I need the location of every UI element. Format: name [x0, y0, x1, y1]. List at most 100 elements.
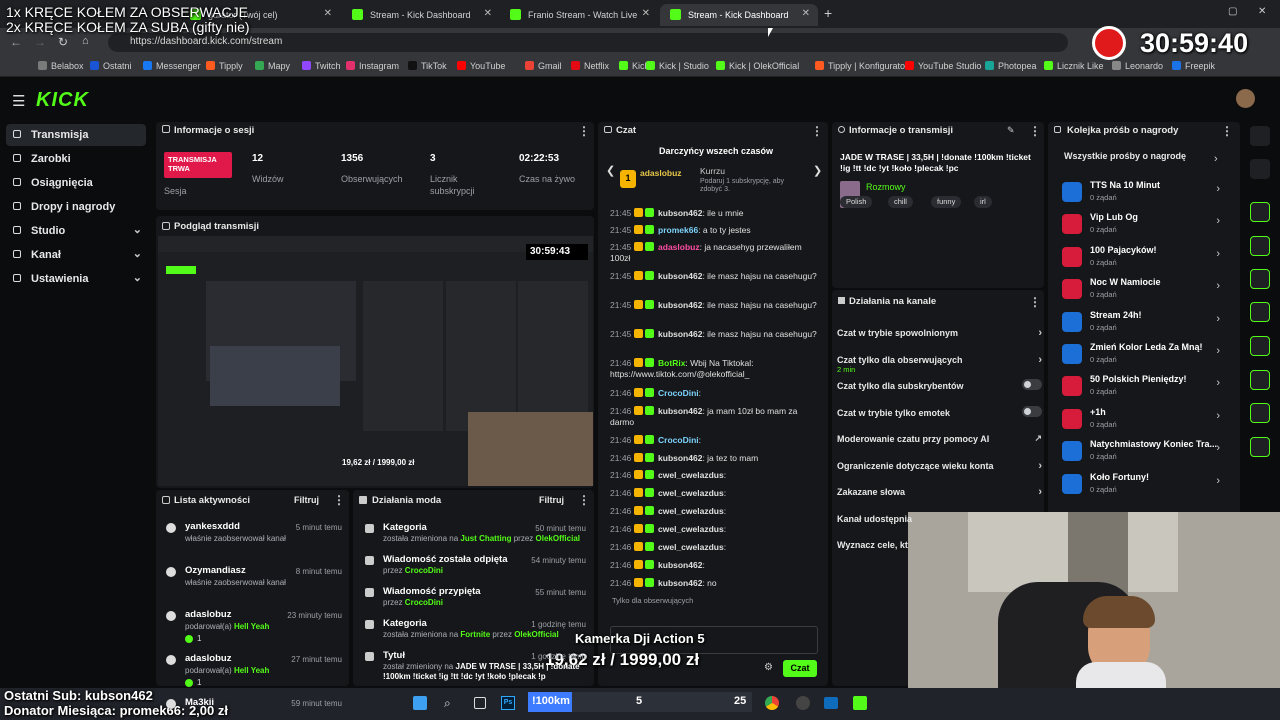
- chat-username[interactable]: cwel_cwelazdus: [658, 488, 724, 498]
- maximize-icon[interactable]: ▢: [1228, 6, 1237, 17]
- chevron-right-icon[interactable]: ›: [1216, 215, 1220, 227]
- external-link-icon[interactable]: ↗: [1034, 433, 1042, 444]
- chevron-right-icon[interactable]: ›: [1038, 486, 1042, 498]
- sidebar-item-4[interactable]: Studio ⌄: [6, 220, 146, 242]
- help-icon[interactable]: [1250, 126, 1270, 146]
- chat-username[interactable]: cwel_cwelazdus: [658, 470, 724, 480]
- reward-item[interactable]: Koło Fortuny! 0 żądań ›: [1062, 470, 1232, 500]
- tag-chip[interactable]: irl: [974, 196, 992, 208]
- chat-username[interactable]: kubson462: [658, 578, 702, 588]
- search-icon[interactable]: ⌕: [444, 696, 451, 711]
- chevron-right-icon[interactable]: ›: [1038, 354, 1042, 366]
- chevron-right-icon[interactable]: ›: [1216, 183, 1220, 195]
- channel-action-item[interactable]: Ograniczenie dotyczące wieku konta ›: [837, 460, 1042, 472]
- chevron-left-icon[interactable]: ❮: [606, 164, 615, 177]
- reward-item[interactable]: Stream 24h! 0 żądań ›: [1062, 308, 1232, 338]
- chevron-right-icon[interactable]: ›: [1038, 327, 1042, 339]
- photoshop-icon[interactable]: Ps: [501, 696, 515, 710]
- chat-username[interactable]: kubson462: [658, 271, 702, 281]
- chevron-right-icon[interactable]: ›: [1214, 153, 1218, 165]
- reload-icon[interactable]: ↻: [58, 35, 68, 49]
- chat-username[interactable]: kubson462: [658, 329, 702, 339]
- bookmark-item[interactable]: Instagram: [346, 61, 399, 71]
- chat-username[interactable]: CrocoDini: [658, 435, 699, 445]
- channel-action-item[interactable]: Czat w trybie tylko emotek: [837, 405, 1042, 418]
- wrench-icon[interactable]: [1250, 403, 1270, 423]
- chevron-right-icon[interactable]: ›: [1216, 475, 1220, 487]
- channel-action-item[interactable]: Zakazane słowa ›: [837, 486, 1042, 498]
- bookmark-item[interactable]: Kick | Studio: [646, 61, 709, 71]
- more-icon[interactable]: ⋮: [578, 493, 590, 507]
- bookmark-item[interactable]: YouTube Studio: [905, 61, 981, 71]
- forward-icon[interactable]: →: [34, 35, 46, 49]
- bookmark-item[interactable]: Tipply | Konfigurato...: [815, 61, 913, 71]
- obs-icon[interactable]: [796, 696, 810, 710]
- broadcast-icon[interactable]: [1250, 336, 1270, 356]
- close-window-icon[interactable]: ✕: [1258, 6, 1266, 17]
- pencil-icon[interactable]: [1250, 159, 1270, 179]
- bookmark-item[interactable]: Kick: [619, 61, 649, 71]
- sidebar-item-0[interactable]: Transmisja: [6, 124, 146, 146]
- chat-username[interactable]: kubson462: [658, 208, 702, 218]
- chat-bubble-icon[interactable]: [1250, 302, 1270, 322]
- toggle-switch[interactable]: [1022, 405, 1042, 417]
- windows-start-icon[interactable]: [413, 696, 427, 710]
- more-icon[interactable]: ⋮: [578, 124, 590, 138]
- bookmark-item[interactable]: Leonardo: [1112, 61, 1163, 71]
- menu-icon[interactable]: ☰: [12, 92, 25, 110]
- all-rewards-link[interactable]: Wszystkie prośby o nagrodę: [1064, 151, 1186, 161]
- bookmark-item[interactable]: Kick | OlekOfficial: [716, 61, 799, 71]
- chat-username[interactable]: cwel_cwelazdus: [658, 542, 724, 552]
- channel-action-item[interactable]: Wyznacz cele, kt: [837, 540, 1042, 550]
- channel-action-item[interactable]: Czat tylko dla subskrybentów: [837, 379, 1042, 391]
- bookmark-item[interactable]: Photopea: [985, 61, 1037, 71]
- more-icon[interactable]: ⋮: [811, 124, 823, 138]
- layout-icon[interactable]: [1250, 370, 1270, 390]
- channel-action-item[interactable]: Czat w trybie spowolnionym ›: [837, 327, 1042, 339]
- close-icon[interactable]: ✕: [324, 8, 332, 19]
- close-icon[interactable]: ✕: [484, 8, 492, 19]
- chat-username[interactable]: cwel_cwelazdus: [658, 524, 724, 534]
- chat-username[interactable]: BotRix: [658, 358, 685, 368]
- chevron-right-icon[interactable]: ›: [1216, 248, 1220, 260]
- toggle-switch[interactable]: [1022, 379, 1042, 390]
- channel-action-item[interactable]: Moderowanie czatu przy pomocy AI ↗: [837, 433, 1042, 444]
- note-icon[interactable]: [1250, 269, 1270, 289]
- sidebar-item-3[interactable]: Dropy i nagrody: [6, 196, 146, 218]
- chevron-down-icon[interactable]: ⌄: [133, 223, 142, 236]
- chat-username[interactable]: kubson462: [658, 560, 702, 570]
- bookmark-item[interactable]: Ostatni: [90, 61, 132, 71]
- users-icon[interactable]: [1250, 437, 1270, 457]
- avatar[interactable]: [1236, 89, 1255, 108]
- reward-item[interactable]: Noc W Namiocie 0 żądań ›: [1062, 275, 1232, 305]
- sidebar-item-6[interactable]: Ustawienia ⌄: [6, 268, 146, 290]
- kick-app-icon[interactable]: [853, 696, 867, 710]
- kick-logo[interactable]: KICK: [36, 89, 89, 112]
- reward-item[interactable]: Vip Lub Og 0 żądań ›: [1062, 210, 1232, 240]
- chevron-right-icon[interactable]: ›: [1216, 345, 1220, 357]
- chevron-right-icon[interactable]: ›: [1216, 377, 1220, 389]
- reward-item[interactable]: Natychmiastowy Koniec Tra... 0 żądań ›: [1062, 437, 1232, 467]
- sidebar-item-1[interactable]: Zarobki: [6, 148, 146, 170]
- more-icon[interactable]: ⋮: [1221, 124, 1233, 138]
- bookmark-item[interactable]: Netflix: [571, 61, 609, 71]
- browser-tab[interactable]: Franio Stream - Watch Live ✕: [500, 4, 658, 26]
- chat-username[interactable]: kubson462: [658, 300, 702, 310]
- chrome-icon[interactable]: [765, 696, 779, 710]
- chevron-right-icon[interactable]: ›: [1216, 410, 1220, 422]
- app-icon[interactable]: [824, 697, 838, 709]
- stream-preview[interactable]: 30:59:43 19,62 zł / 1999,00 zł: [158, 236, 593, 486]
- bookmark-item[interactable]: Freepik: [1172, 61, 1215, 71]
- reward-item[interactable]: Zmień Kolor Leda Za Mną! 0 żądań ›: [1062, 340, 1232, 370]
- chevron-right-icon[interactable]: ›: [1216, 280, 1220, 292]
- chevron-right-icon[interactable]: ›: [1216, 442, 1220, 454]
- chat-username[interactable]: CrocoDini: [658, 388, 699, 398]
- bookmark-item[interactable]: Messenger: [143, 61, 201, 71]
- bookmark-item[interactable]: Belabox: [38, 61, 84, 71]
- edit-icon[interactable]: ✎: [1007, 125, 1015, 136]
- chevron-right-icon[interactable]: ❯: [813, 164, 822, 177]
- sidebar-item-5[interactable]: Kanał ⌄: [6, 244, 146, 266]
- reward-item[interactable]: +1h 0 żądań ›: [1062, 405, 1232, 435]
- more-icon[interactable]: ⋮: [333, 493, 345, 507]
- chevron-down-icon[interactable]: ⌄: [133, 247, 142, 260]
